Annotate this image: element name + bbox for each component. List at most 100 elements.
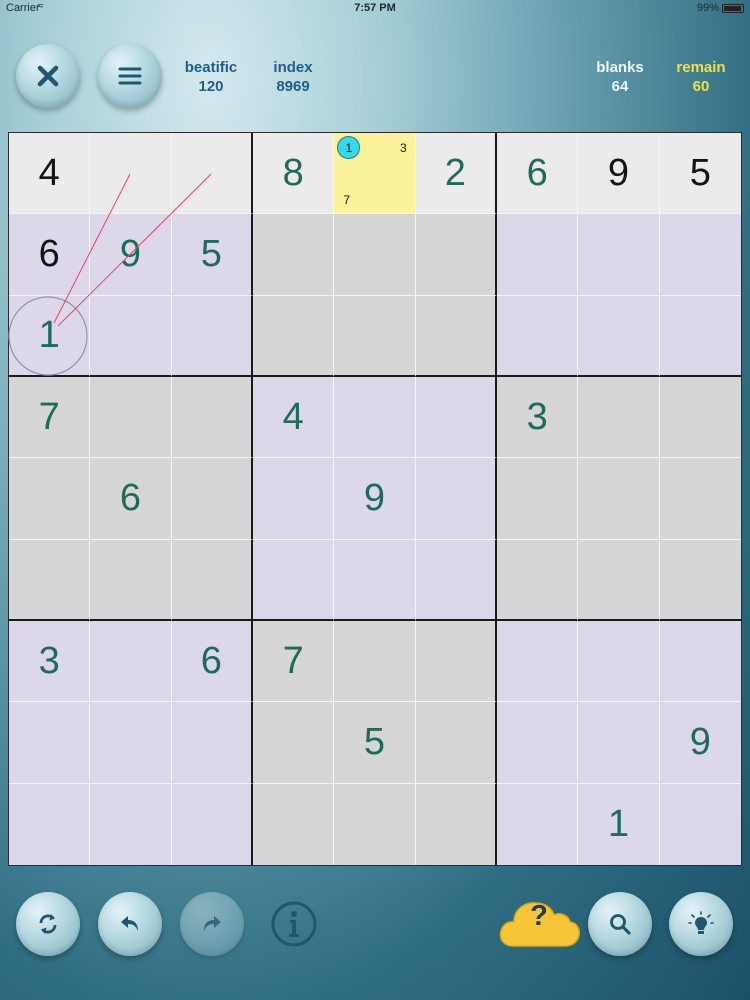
board-cell[interactable]: 9 xyxy=(578,133,660,215)
board-cell[interactable] xyxy=(578,621,660,703)
board-cell[interactable] xyxy=(171,133,253,215)
undo-button[interactable] xyxy=(98,892,162,956)
board-cell[interactable] xyxy=(90,702,172,784)
board-cell[interactable] xyxy=(578,214,660,296)
board-cell[interactable] xyxy=(9,458,91,540)
board-cell[interactable] xyxy=(90,133,172,215)
board-cell[interactable] xyxy=(578,702,660,784)
cell-digit: 1 xyxy=(38,313,60,356)
board-cell[interactable] xyxy=(659,458,741,540)
board-cell[interactable] xyxy=(415,621,497,703)
board-cell[interactable]: 6 xyxy=(9,214,91,296)
board-cell[interactable] xyxy=(497,214,579,296)
board-cell[interactable] xyxy=(334,621,416,703)
board-cell[interactable] xyxy=(659,295,741,377)
refresh-button[interactable] xyxy=(16,892,80,956)
board-cell[interactable]: 9 xyxy=(334,458,416,540)
board-cell[interactable]: 4 xyxy=(9,133,91,215)
board-cell[interactable] xyxy=(334,214,416,296)
board-cell[interactable] xyxy=(659,621,741,703)
board-cell[interactable] xyxy=(334,377,416,459)
board-cell[interactable] xyxy=(171,295,253,377)
board-cell[interactable] xyxy=(415,377,497,459)
redo-button[interactable] xyxy=(180,892,244,956)
help-button[interactable]: ? xyxy=(497,888,581,954)
board-cell[interactable] xyxy=(415,702,497,784)
board-cell[interactable]: 1 3 7 xyxy=(334,133,416,215)
board-cell[interactable] xyxy=(9,539,91,621)
board-cell[interactable]: 5 xyxy=(171,214,253,296)
board-cell[interactable]: 5 xyxy=(659,133,741,215)
board-cell[interactable] xyxy=(578,295,660,377)
board-cell[interactable] xyxy=(578,377,660,459)
board-cell[interactable] xyxy=(415,458,497,540)
board-cell[interactable] xyxy=(415,295,497,377)
board-cell[interactable] xyxy=(659,783,741,865)
board-cell[interactable] xyxy=(253,539,335,621)
board-cell[interactable] xyxy=(497,295,579,377)
board-cell[interactable]: 9 xyxy=(659,702,741,784)
board-cell[interactable]: 3 xyxy=(497,377,579,459)
hint-button[interactable] xyxy=(669,892,733,956)
board-cell[interactable] xyxy=(659,214,741,296)
board-cell[interactable] xyxy=(497,458,579,540)
board-cell[interactable] xyxy=(253,458,335,540)
board-cell[interactable] xyxy=(9,702,91,784)
board-cell[interactable] xyxy=(497,621,579,703)
board-cell[interactable] xyxy=(253,702,335,784)
board-cell[interactable] xyxy=(90,783,172,865)
menu-button[interactable] xyxy=(98,44,162,108)
board-cell[interactable] xyxy=(497,539,579,621)
board-cell[interactable] xyxy=(415,783,497,865)
board-cell[interactable] xyxy=(171,702,253,784)
board-cell[interactable] xyxy=(415,214,497,296)
board-cell[interactable] xyxy=(9,783,91,865)
board-cell[interactable] xyxy=(497,702,579,784)
board-cell[interactable]: 5 xyxy=(334,702,416,784)
search-button[interactable] xyxy=(588,892,652,956)
board-cell[interactable] xyxy=(659,539,741,621)
cell-digit: 4 xyxy=(282,395,304,438)
board-cell[interactable]: 6 xyxy=(497,133,579,215)
stat-label: remain xyxy=(676,59,726,76)
board-cell[interactable] xyxy=(90,539,172,621)
board-cell[interactable] xyxy=(171,783,253,865)
refresh-icon xyxy=(39,914,57,934)
board-cell[interactable]: 6 xyxy=(171,621,253,703)
board-cell[interactable] xyxy=(334,783,416,865)
board-cell[interactable] xyxy=(253,295,335,377)
board-cell[interactable] xyxy=(171,377,253,459)
board-cell[interactable]: 2 xyxy=(415,133,497,215)
board-cell[interactable] xyxy=(415,539,497,621)
board-cell[interactable] xyxy=(334,295,416,377)
board-cell[interactable] xyxy=(659,377,741,459)
board-cell[interactable] xyxy=(578,539,660,621)
board-cell[interactable] xyxy=(90,621,172,703)
close-button[interactable] xyxy=(16,44,80,108)
board-cell[interactable] xyxy=(578,458,660,540)
board-cell[interactable] xyxy=(253,214,335,296)
cell-digit: 6 xyxy=(200,639,222,682)
board-cell[interactable]: 6 xyxy=(90,458,172,540)
info-button[interactable] xyxy=(270,900,318,948)
board-cell[interactable] xyxy=(497,783,579,865)
board-cell[interactable] xyxy=(90,377,172,459)
board-cell[interactable]: 7 xyxy=(253,621,335,703)
board-cell[interactable]: 7 xyxy=(9,377,91,459)
board-cell[interactable]: 3 xyxy=(9,621,91,703)
board-cell[interactable]: 9 xyxy=(90,214,172,296)
board-cell[interactable] xyxy=(253,783,335,865)
board-cell[interactable] xyxy=(171,539,253,621)
board-cell[interactable]: 4 xyxy=(253,377,335,459)
cell-digit: 5 xyxy=(363,720,386,763)
board-cell[interactable]: 8 xyxy=(253,133,335,215)
pencil-note: 3 xyxy=(399,141,407,155)
board-cell[interactable] xyxy=(171,458,253,540)
stat-value: 8969 xyxy=(276,78,310,95)
board-cell[interactable]: 1 xyxy=(578,783,660,865)
board-cell[interactable] xyxy=(334,539,416,621)
board-cell[interactable] xyxy=(90,295,172,377)
board-cell[interactable]: 1 xyxy=(9,295,91,377)
menu-icon xyxy=(118,67,142,85)
cell-digit: 1 xyxy=(607,802,630,845)
